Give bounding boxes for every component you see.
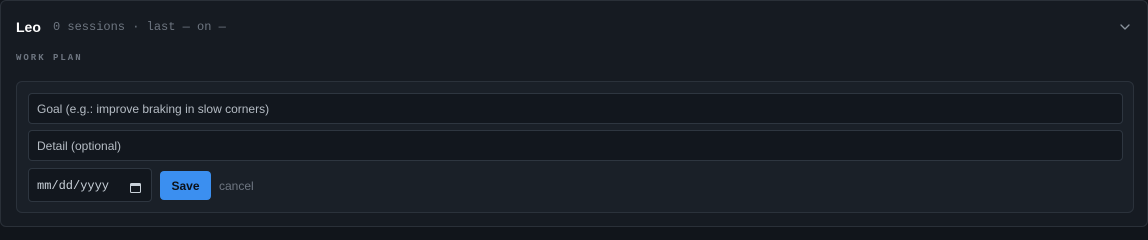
calendar-icon[interactable] [130, 180, 141, 193]
date-placeholder: mm/dd/yyyy [37, 179, 110, 193]
cancel-link[interactable]: cancel [219, 179, 254, 193]
chevron-down-icon[interactable] [1119, 20, 1131, 32]
save-button[interactable]: Save [160, 171, 211, 200]
work-plan-form: mm/dd/yyyy Save cancel [16, 81, 1134, 213]
section-label: WORK PLAN [16, 53, 83, 63]
player-name: Leo [16, 19, 41, 35]
card-header[interactable]: Leo 0 sessions · last — on — [16, 17, 1134, 37]
player-card: Leo 0 sessions · last — on — WORK PLAN m… [0, 0, 1148, 227]
detail-input[interactable] [28, 130, 1123, 161]
date-input[interactable]: mm/dd/yyyy [28, 168, 152, 202]
goal-input[interactable] [28, 93, 1123, 124]
session-meta: 0 sessions · last — on — [53, 20, 226, 34]
